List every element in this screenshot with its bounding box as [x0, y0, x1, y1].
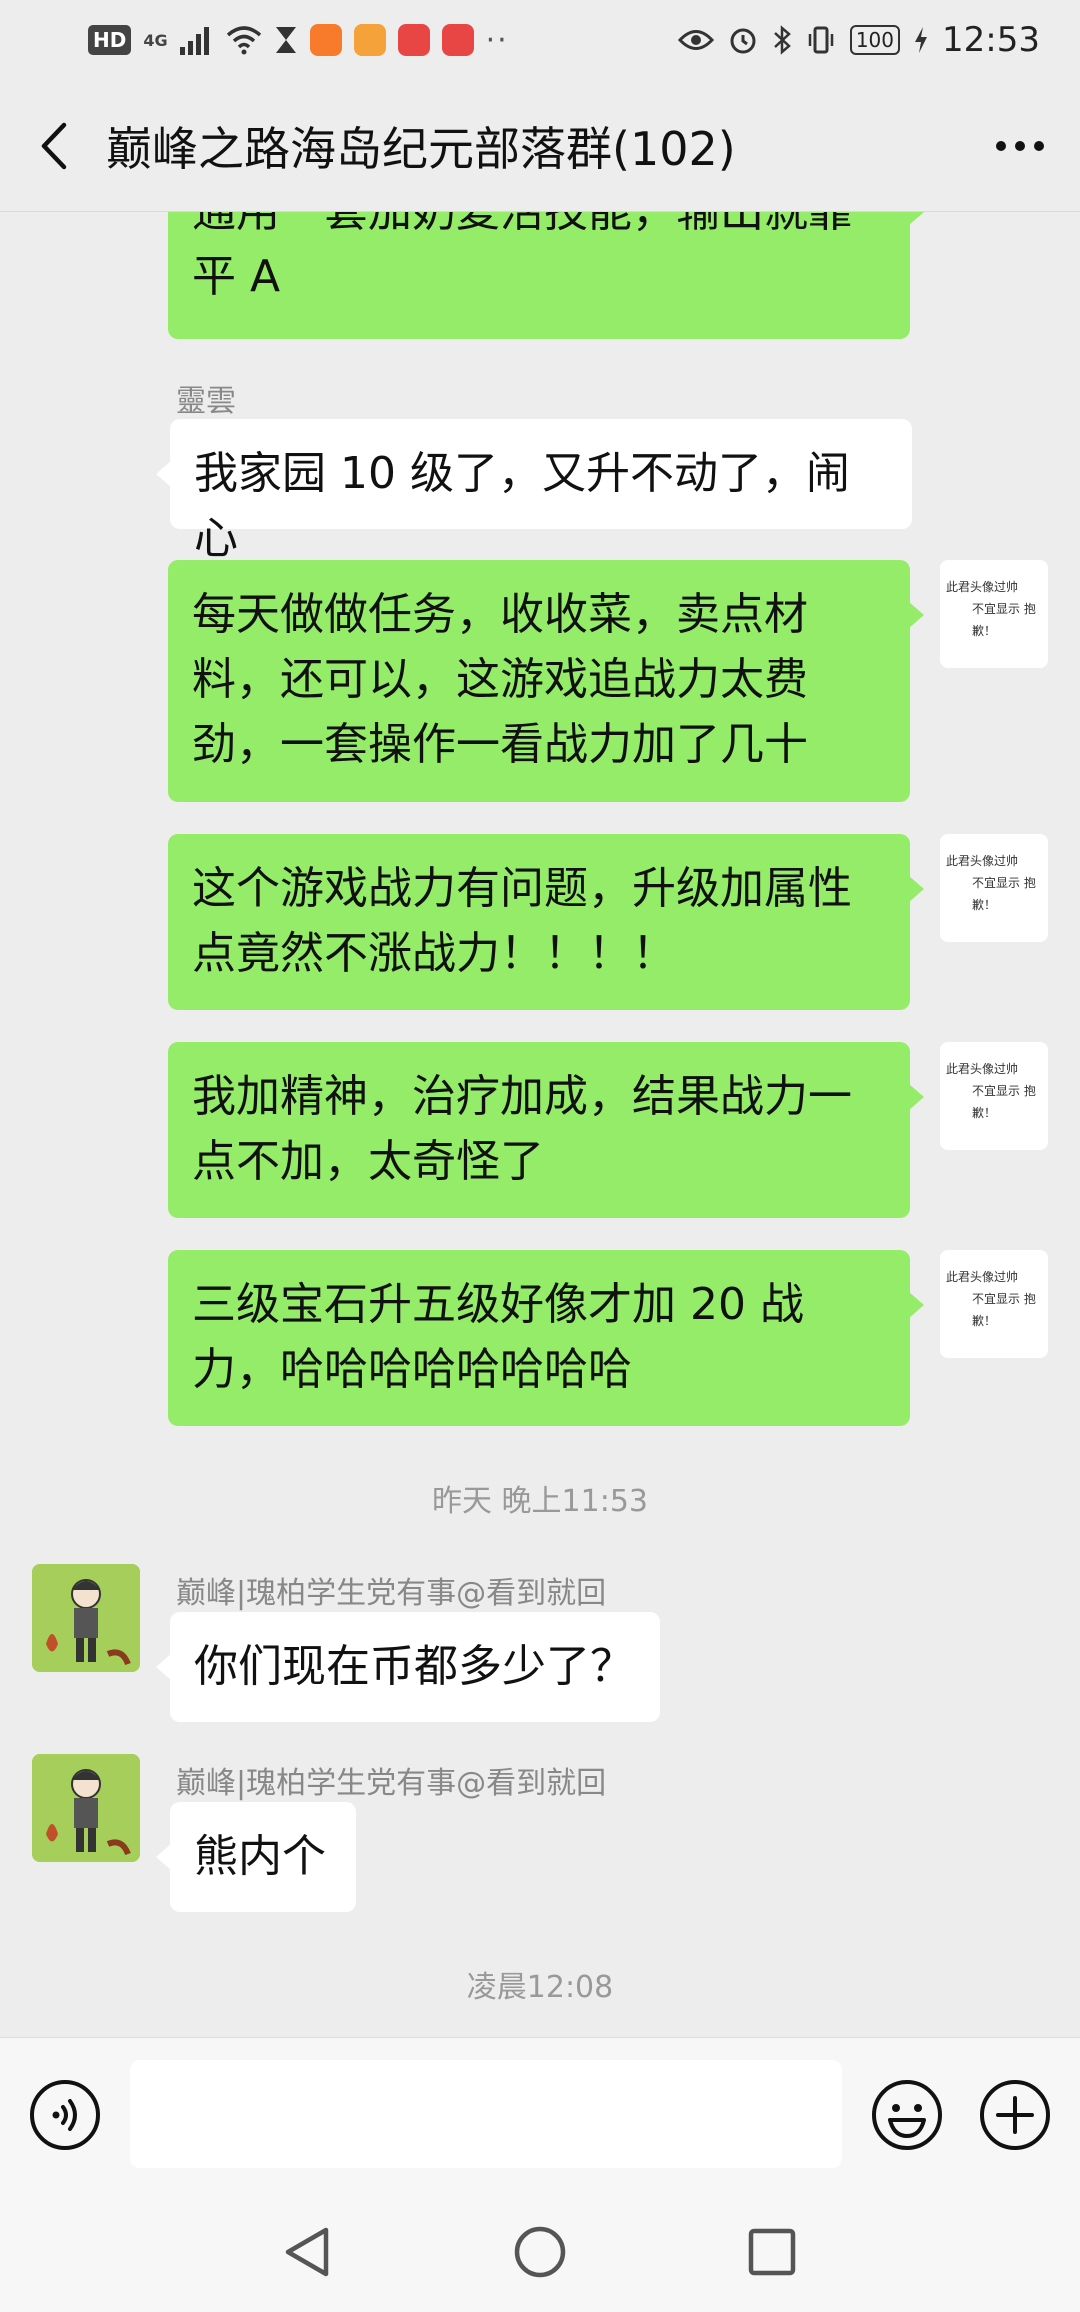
- message-text: 每天做做任务，收收菜，卖点材料，还可以，这游戏追战力太费劲，一套操作一看战力加了…: [192, 589, 808, 770]
- avatar-text: 此君头像过帅: [946, 854, 1019, 868]
- avatar-text: 此君头像过帅: [946, 1062, 1019, 1076]
- sender-avatar[interactable]: [32, 1754, 140, 1862]
- message-app-icon: [353, 24, 386, 56]
- avatar-text: 不宜显示 抱歉！: [972, 876, 1036, 912]
- nav-home-button[interactable]: [510, 2222, 570, 2282]
- plus-icon: [980, 2080, 1050, 2150]
- battery-level: 100: [849, 25, 901, 55]
- message-bubble-sent[interactable]: 我加精神，治疗加成，结果战力一点不加，太奇怪了: [168, 1042, 924, 1218]
- triangle-back-icon: [285, 2227, 329, 2277]
- emoji-icon: [872, 2080, 942, 2150]
- hourglass-icon: [275, 27, 296, 53]
- my-avatar[interactable]: 此君头像过帅 不宜显示 抱歉！: [940, 1042, 1048, 1150]
- message-bubble-received[interactable]: 熊内个: [156, 1802, 356, 1912]
- cartoon-avatar-icon: [32, 1754, 140, 1862]
- message-text: 我家园 10 级了，又升不动了，闹心: [194, 448, 850, 564]
- input-bar: [0, 2037, 1080, 2192]
- timestamp: 昨天 晚上11:53: [432, 1484, 648, 1519]
- charging-icon: [915, 27, 928, 53]
- chevron-left-icon: [41, 122, 67, 169]
- message-text: 熊内个: [194, 1831, 326, 1882]
- avatar-text: 不宜显示 抱歉！: [972, 1084, 1036, 1120]
- more-button[interactable]: [960, 80, 1080, 212]
- huawei-app-icon: [397, 24, 430, 56]
- message-text: 这个游戏战力有问题，升级加属性点竟然不涨战力！！！！: [192, 863, 852, 979]
- message-bubble-received[interactable]: 我家园 10 级了，又升不动了，闹心: [156, 419, 912, 564]
- more-functions-button[interactable]: [978, 2078, 1052, 2152]
- alarm-icon: [730, 28, 756, 54]
- nav-recents-button[interactable]: [742, 2222, 802, 2282]
- emoji-button[interactable]: [870, 2078, 944, 2152]
- my-avatar[interactable]: 此君头像过帅 不宜显示 抱歉！: [940, 1250, 1048, 1358]
- hd-badge: HD: [88, 25, 132, 55]
- chat-title: 巅峰之路海岛纪元部落群(102): [106, 121, 736, 176]
- status-right: 100 12:53: [677, 20, 1040, 60]
- more-notifications-icon: ··: [485, 22, 509, 58]
- message-input[interactable]: [130, 2060, 842, 2168]
- message-bubble-sent[interactable]: 这个游戏战力有问题，升级加属性点竟然不涨战力！！！！: [168, 834, 924, 1010]
- back-button[interactable]: [0, 80, 106, 212]
- message-text: 你们现在币都多少了？: [194, 1641, 634, 1692]
- timestamp: 凌晨12:08: [466, 1970, 614, 2005]
- avatar-text: 此君头像过帅: [946, 580, 1019, 594]
- nav-back-button[interactable]: [278, 2222, 338, 2282]
- message-text: 通用一套加奶复活技能，输出就靠平 A: [192, 212, 852, 302]
- message-bubble-received[interactable]: 你们现在币都多少了？: [156, 1612, 660, 1722]
- message-bubble-sent[interactable]: 每天做做任务，收收菜，卖点材料，还可以，这游戏追战力太费劲，一套操作一看战力加了…: [168, 560, 924, 802]
- clock: 12:53: [942, 20, 1040, 60]
- my-avatar[interactable]: 此君头像过帅 不宜显示 抱歉！: [940, 560, 1048, 668]
- square-recents-icon: [748, 2228, 796, 2276]
- my-avatar[interactable]: 此君头像过帅 不宜显示 抱歉！: [940, 834, 1048, 942]
- status-bar: HD 4G ·· 100 12:53: [0, 0, 1080, 80]
- network-type: 4G: [143, 30, 168, 50]
- avatar-text: 不宜显示 抱歉！: [972, 1292, 1036, 1328]
- message-bubble-sent[interactable]: 三级宝石升五级好像才加 20 战力，哈哈哈哈哈哈哈哈: [168, 1250, 924, 1426]
- chat-header: 巅峰之路海岛纪元部落群(102): [0, 80, 1080, 212]
- status-left: HD 4G ··: [88, 23, 678, 58]
- voice-icon: [30, 2080, 100, 2150]
- huawei-app-icon-2: [441, 24, 474, 56]
- sender-name: 靈雲: [176, 384, 236, 419]
- circle-home-icon: [514, 2226, 566, 2278]
- sender-avatar[interactable]: [32, 1564, 140, 1672]
- cartoon-avatar-icon: [32, 1564, 140, 1672]
- bluetooth-icon: [773, 25, 791, 55]
- avatar-text: 此君头像过帅: [946, 1270, 1019, 1284]
- wifi-icon: [226, 26, 261, 55]
- message-text: 三级宝石升五级好像才加 20 战力，哈哈哈哈哈哈哈哈: [192, 1279, 804, 1395]
- message-text: 我加精神，治疗加成，结果战力一点不加，太奇怪了: [192, 1071, 852, 1187]
- eye-icon: [677, 30, 714, 50]
- video-app-icon: [309, 24, 342, 56]
- system-navigation-bar: [0, 2192, 1080, 2312]
- message-bubble-sent[interactable]: 通用一套加奶复活技能，输出就靠平 A: [168, 212, 924, 339]
- avatar-text: 不宜显示 抱歉！: [972, 602, 1036, 638]
- sender-name: 巅峰|瑰柏学生党有事@看到就回: [176, 1576, 607, 1611]
- signal-icon: [179, 27, 209, 55]
- voice-button[interactable]: [28, 2078, 102, 2152]
- vibrate-icon: [808, 26, 834, 54]
- sender-name: 巅峰|瑰柏学生党有事@看到就回: [176, 1766, 607, 1801]
- more-dots-icon: [996, 140, 1044, 151]
- chat-area[interactable]: 通用一套加奶复活技能，输出就靠平 A 靈雲 我家园 10 级了，又升不动了，闹心…: [0, 212, 1080, 2037]
